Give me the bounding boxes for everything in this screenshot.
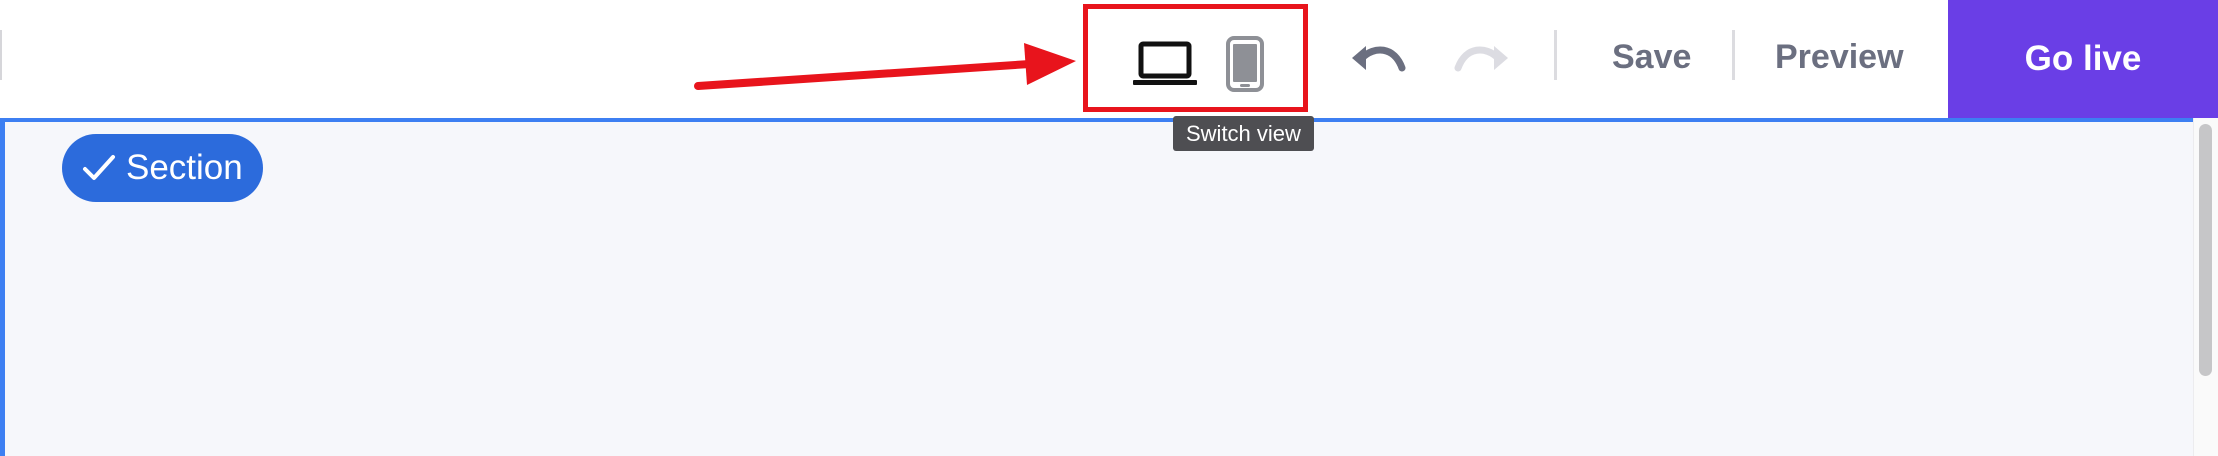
redo-icon bbox=[1454, 46, 1508, 72]
desktop-view-button[interactable] bbox=[1130, 29, 1200, 99]
undo-button[interactable] bbox=[1342, 28, 1412, 88]
redo-button[interactable] bbox=[1448, 28, 1518, 88]
mobile-view-button[interactable] bbox=[1210, 29, 1280, 99]
check-icon bbox=[83, 155, 115, 180]
toolbar-left-divider bbox=[0, 30, 2, 80]
view-switch-group bbox=[1083, 4, 1308, 112]
editor-canvas[interactable] bbox=[0, 118, 2193, 456]
laptop-icon bbox=[1133, 41, 1197, 85]
phone-icon bbox=[1226, 36, 1264, 92]
undo-icon bbox=[1352, 46, 1406, 72]
toolbar-divider bbox=[1554, 30, 1557, 80]
go-live-label: Go live bbox=[2024, 39, 2142, 78]
section-badge-label: Section bbox=[126, 148, 243, 187]
preview-button[interactable]: Preview bbox=[1775, 34, 1904, 80]
toolbar-divider bbox=[1732, 30, 1735, 80]
switch-view-tooltip: Switch view bbox=[1173, 116, 1314, 151]
go-live-button[interactable]: Go live bbox=[1948, 0, 2218, 118]
scrollbar-thumb[interactable] bbox=[2199, 124, 2212, 376]
top-toolbar: Save Preview Go live bbox=[0, 0, 2218, 118]
save-button[interactable]: Save bbox=[1612, 34, 1691, 80]
section-badge[interactable]: Section bbox=[62, 134, 263, 202]
